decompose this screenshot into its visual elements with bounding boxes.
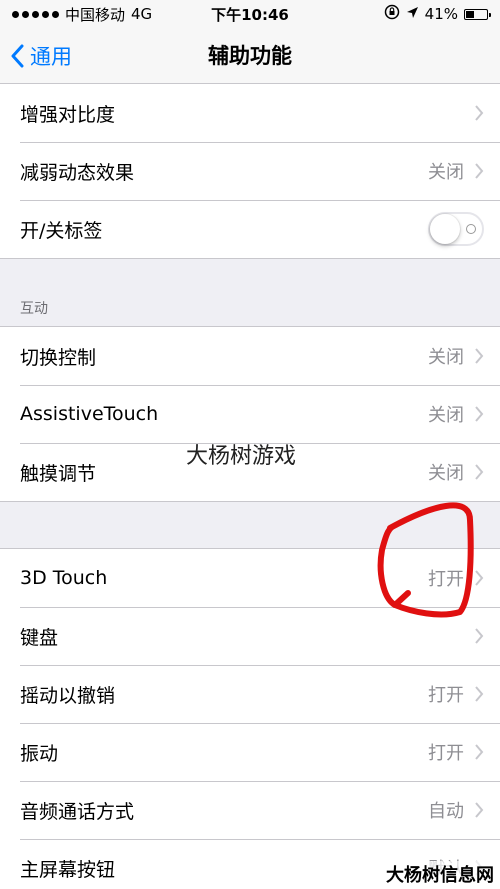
row-label: AssistiveTouch xyxy=(20,403,159,425)
row-value: 打开 xyxy=(428,743,464,764)
status-right: 41% xyxy=(384,4,491,24)
row-value: 自动 xyxy=(428,801,464,822)
row-assistive-touch[interactable]: AssistiveTouch 关闭 xyxy=(0,385,500,443)
chevron-right-icon xyxy=(475,406,484,422)
row-on-off-labels: 开/关标签 xyxy=(0,200,500,258)
row-value: 关闭 xyxy=(428,347,464,368)
toggle-knob xyxy=(430,214,460,244)
status-left: 中国移动 4G xyxy=(12,4,152,25)
chevron-right-icon xyxy=(475,744,484,760)
corner-watermark: 大杨树信息网 xyxy=(384,861,496,887)
signal-strength-icon xyxy=(12,10,59,18)
row-value: 打开 xyxy=(428,569,464,590)
row-label: 主屏幕按钮 xyxy=(20,858,116,881)
row-vibration[interactable]: 振动 打开 xyxy=(0,723,500,781)
battery-icon xyxy=(464,8,491,20)
chevron-right-icon xyxy=(475,348,484,364)
network-type: 4G xyxy=(131,5,153,23)
chevron-right-icon xyxy=(475,464,484,480)
row-label: 开/关标签 xyxy=(20,219,103,242)
battery-percent: 41% xyxy=(424,5,458,23)
carrier-name: 中国移动 xyxy=(65,5,126,24)
row-label: 音频通话方式 xyxy=(20,800,135,823)
status-bar: 中国移动 4G 下午10:46 41% xyxy=(0,0,500,28)
chevron-right-icon xyxy=(475,802,484,818)
visual-settings-group: 增强对比度 减弱动态效果 关闭 开/关标签 xyxy=(0,84,500,259)
row-label: 增强对比度 xyxy=(20,103,116,126)
row-3d-touch[interactable]: 3D Touch 打开 xyxy=(0,549,500,607)
rotation-lock-icon xyxy=(384,4,400,24)
row-value: 关闭 xyxy=(428,162,464,183)
row-call-audio-routing[interactable]: 音频通话方式 自动 xyxy=(0,781,500,839)
toggle-off-indicator-icon xyxy=(466,224,476,234)
row-increase-contrast[interactable]: 增强对比度 xyxy=(0,84,500,142)
row-label: 摇动以撤销 xyxy=(20,684,116,707)
location-icon xyxy=(406,5,419,23)
row-keyboard[interactable]: 键盘 xyxy=(0,607,500,665)
chevron-right-icon xyxy=(475,686,484,702)
row-shake-to-undo[interactable]: 摇动以撤销 打开 xyxy=(0,665,500,723)
chevron-right-icon xyxy=(475,628,484,644)
on-off-labels-toggle[interactable] xyxy=(428,212,484,246)
interaction-settings-group: 切换控制 关闭 AssistiveTouch 关闭 触摸调节 关闭 xyxy=(0,326,500,502)
section-header-interaction: 互动 xyxy=(20,301,48,317)
row-switch-control[interactable]: 切换控制 关闭 xyxy=(0,327,500,385)
row-label: 减弱动态效果 xyxy=(20,161,135,184)
page-title: 辅助功能 xyxy=(208,44,292,68)
row-value: 关闭 xyxy=(428,405,464,426)
touch-settings-group: 3D Touch 打开 键盘 摇动以撤销 打开 振动 打开 音频通话方式 自动 … xyxy=(0,548,500,889)
navigation-bar: 通用 辅助功能 xyxy=(0,28,500,84)
row-label: 振动 xyxy=(20,742,59,765)
row-value: 关闭 xyxy=(428,463,464,484)
row-value: 打开 xyxy=(428,685,464,706)
chevron-right-icon xyxy=(475,105,484,121)
row-label: 键盘 xyxy=(20,626,59,649)
row-label: 触摸调节 xyxy=(20,462,97,485)
chevron-right-icon xyxy=(475,163,484,179)
chevron-right-icon xyxy=(475,570,484,586)
row-reduce-motion[interactable]: 减弱动态效果 关闭 xyxy=(0,142,500,200)
row-label: 3D Touch xyxy=(20,567,108,589)
row-touch-accommodations[interactable]: 触摸调节 关闭 xyxy=(0,443,500,501)
row-label: 切换控制 xyxy=(20,346,97,369)
